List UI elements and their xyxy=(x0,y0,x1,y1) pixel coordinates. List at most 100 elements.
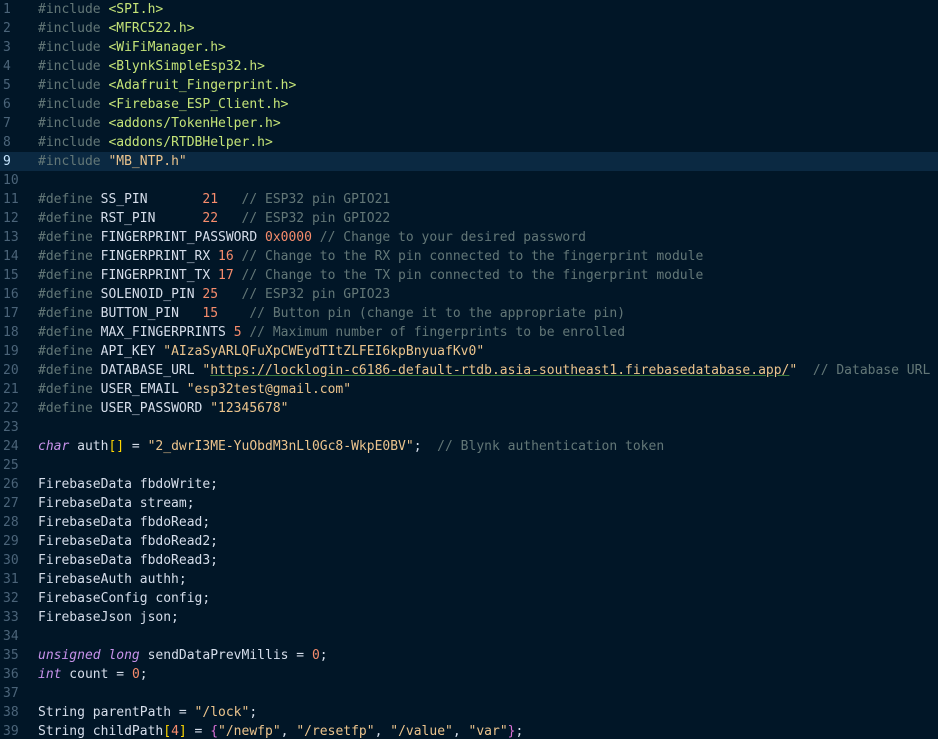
code-line[interactable]: 5 #include <Adafruit_Fingerprint.h> xyxy=(0,76,938,95)
code-token: "AIzaSyARLQFuXpCWEydTItZLFEI6kpBnyuafKv0… xyxy=(163,344,485,359)
code-line[interactable]: 24 char auth[] = "2_dwrI3ME-YuObdM3nLl0Gc… xyxy=(0,437,938,456)
code-token: FINGERPRINT_PASSWORD xyxy=(100,230,265,245)
line-number: 1 xyxy=(3,2,11,17)
code-token: ; xyxy=(139,667,148,682)
code-line[interactable]: 20 #define DATABASE_URL "https://locklogi… xyxy=(0,361,938,380)
code-token: #define xyxy=(38,401,101,416)
line-number: 4 xyxy=(3,59,11,74)
code-token: #define xyxy=(38,211,101,226)
code-line[interactable]: 18 #define MAX_FINGERPRINTS 5 // Maximum … xyxy=(0,323,938,342)
code-token: "2_dwrI3ME-YuObdM3nLl0Gc8-WkpE0BV" xyxy=(147,439,414,454)
code-text: #define USER_EMAIL "esp32test@gmail.com" xyxy=(38,380,351,399)
code-token: <MFRC522.h> xyxy=(108,21,195,36)
code-line[interactable]: 39 String childPath[4] = {"/newfp", "/res… xyxy=(0,722,938,739)
code-text: FirebaseAuth authh; xyxy=(38,570,187,589)
code-token: // ESP32 pin GPIO23 xyxy=(218,287,391,302)
code-token: "12345678" xyxy=(210,401,289,416)
code-token: } xyxy=(507,724,516,739)
code-line[interactable]: 14 #define FINGERPRINT_RX 16 // Change to… xyxy=(0,247,938,266)
code-line[interactable]: 6 #include <Firebase_ESP_Client.h> xyxy=(0,95,938,114)
line-number: 19 xyxy=(3,344,19,359)
code-line[interactable]: 26 FirebaseData fbdoWrite; xyxy=(0,475,938,494)
code-line[interactable]: 15 #define FINGERPRINT_TX 17 // Change to… xyxy=(0,266,938,285)
code-text: #include <MFRC522.h> xyxy=(38,19,195,38)
code-text: #include <Firebase_ESP_Client.h> xyxy=(38,95,288,114)
code-line[interactable]: 25 xyxy=(0,456,938,475)
code-line[interactable]: 10 xyxy=(0,171,938,190)
code-line[interactable]: 23 xyxy=(0,418,938,437)
line-number: 28 xyxy=(3,515,19,530)
code-line[interactable]: 27 FirebaseData stream; xyxy=(0,494,938,513)
code-token: "var" xyxy=(468,724,508,739)
code-token: [ xyxy=(163,724,172,739)
code-token: <addons/RTDBHelper.h> xyxy=(108,135,273,150)
code-token: 0 xyxy=(131,667,140,682)
code-text: #define MAX_FINGERPRINTS 5 // Maximum nu… xyxy=(38,323,625,342)
code-line[interactable]: 21 #define USER_EMAIL "esp32test@gmail.co… xyxy=(0,380,938,399)
code-token: #define xyxy=(38,287,101,302)
code-line[interactable]: 32 FirebaseConfig config; xyxy=(0,589,938,608)
code-text: #define API_KEY "AIzaSyARLQFuXpCWEydTItZ… xyxy=(38,342,484,361)
code-token: <Firebase_ESP_Client.h> xyxy=(108,97,289,112)
code-token: = xyxy=(186,724,211,739)
line-number: 26 xyxy=(3,477,19,492)
code-line[interactable]: 30 FirebaseData fbdoRead3; xyxy=(0,551,938,570)
line-number: 8 xyxy=(3,135,11,150)
code-token: 15 xyxy=(202,306,219,321)
code-text: String parentPath = "/lock"; xyxy=(38,703,257,722)
code-token: MAX_FINGERPRINTS xyxy=(100,325,234,340)
code-text: #include "MB_NTP.h" xyxy=(38,152,187,171)
code-line[interactable]: 9 #include "MB_NTP.h" xyxy=(0,152,938,171)
code-line[interactable]: 33 FirebaseJson json; xyxy=(0,608,938,627)
code-text: #define SS_PIN 21 // ESP32 pin GPIO21 xyxy=(38,190,390,209)
code-line[interactable]: 13 #define FINGERPRINT_PASSWORD 0x0000 //… xyxy=(0,228,938,247)
code-line[interactable]: 29 FirebaseData fbdoRead2; xyxy=(0,532,938,551)
code-line[interactable]: 22 #define USER_PASSWORD "12345678" xyxy=(0,399,938,418)
code-text: int count = 0; xyxy=(38,665,148,684)
code-line[interactable]: 8 #include <addons/RTDBHelper.h> xyxy=(0,133,938,152)
code-line[interactable]: 11 #define SS_PIN 21 // ESP32 pin GPIO21 xyxy=(0,190,938,209)
line-number: 34 xyxy=(3,629,19,644)
code-token: ; xyxy=(319,648,328,663)
code-line[interactable]: 17 #define BUTTON_PIN 15 // Button pin (c… xyxy=(0,304,938,323)
line-number: 35 xyxy=(3,648,19,663)
code-token: [] xyxy=(108,439,125,454)
code-line[interactable]: 38 String parentPath = "/lock"; xyxy=(0,703,938,722)
code-line[interactable]: 31 FirebaseAuth authh; xyxy=(0,570,938,589)
code-token: #define xyxy=(38,268,101,283)
code-line[interactable]: 16 #define SOLENOID_PIN 25 // ESP32 pin G… xyxy=(0,285,938,304)
code-text: String childPath[4] = {"/newfp", "/reset… xyxy=(38,722,523,739)
code-editor[interactable]: 1 #include <SPI.h> 2 #include <MFRC522.h> 3 #… xyxy=(0,0,938,739)
code-line[interactable]: 12 #define RST_PIN 22 // ESP32 pin GPIO22 xyxy=(0,209,938,228)
code-line[interactable]: 35 unsigned long sendDataPrevMillis = 0; xyxy=(0,646,938,665)
code-token: <WiFiManager.h> xyxy=(108,40,226,55)
code-token: #include xyxy=(38,78,109,93)
line-number: 22 xyxy=(3,401,19,416)
code-token: FirebaseData fbdoWrite; xyxy=(38,477,219,492)
code-token: USER_EMAIL xyxy=(100,382,187,397)
code-text: #define FINGERPRINT_TX 17 // Change to t… xyxy=(38,266,703,285)
code-token: #include xyxy=(38,135,109,150)
code-line[interactable]: 3 #include <WiFiManager.h> xyxy=(0,38,938,57)
code-token: String childPath xyxy=(38,724,164,739)
code-token: RST_PIN xyxy=(100,211,203,226)
code-line[interactable]: 28 FirebaseData fbdoRead; xyxy=(0,513,938,532)
code-token: 5 xyxy=(233,325,242,340)
code-token: FirebaseData stream; xyxy=(38,496,195,511)
code-line[interactable]: 36 int count = 0; xyxy=(0,665,938,684)
code-line[interactable]: 7 #include <addons/TokenHelper.h> xyxy=(0,114,938,133)
code-text: #define FINGERPRINT_PASSWORD 0x0000 // C… xyxy=(38,228,586,247)
code-line[interactable]: 4 #include <BlynkSimpleEsp32.h> xyxy=(0,57,938,76)
code-token: 22 xyxy=(202,211,219,226)
code-line[interactable]: 2 #include <MFRC522.h> xyxy=(0,19,938,38)
code-line[interactable]: 37 xyxy=(0,684,938,703)
code-token: #include xyxy=(38,40,109,55)
code-token: USER_PASSWORD xyxy=(100,401,211,416)
line-number: 32 xyxy=(3,591,19,606)
code-line[interactable]: 1 #include <SPI.h> xyxy=(0,0,938,19)
code-line[interactable]: 34 xyxy=(0,627,938,646)
line-number: 15 xyxy=(3,268,19,283)
code-line[interactable]: 19 #define API_KEY "AIzaSyARLQFuXpCWEydTI… xyxy=(0,342,938,361)
line-number: 29 xyxy=(3,534,19,549)
code-token: FirebaseJson json; xyxy=(38,610,179,625)
